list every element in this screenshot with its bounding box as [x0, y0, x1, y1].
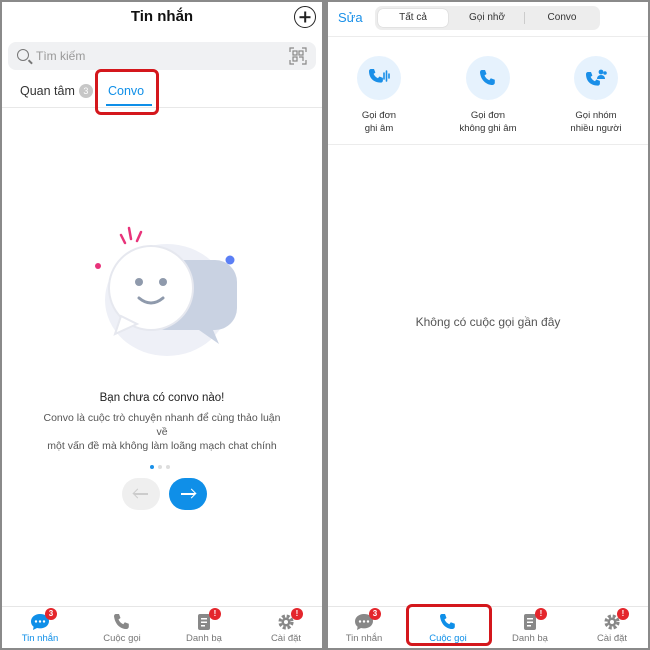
carousel-dot: [150, 465, 154, 469]
contacts-icon: !: [520, 608, 547, 631]
segmented-control: Tất cả Gọi nhỡ Convo: [375, 6, 600, 30]
nav-item-messages[interactable]: 3 Tin nhắn: [10, 608, 70, 644]
edit-button[interactable]: Sửa: [338, 10, 363, 25]
messages-screen: Tin nhắn Quan tâm3 Convo: [2, 2, 322, 648]
previous-button[interactable]: [122, 478, 160, 510]
carousel-dot: [166, 465, 170, 469]
label-line: nhiều người: [570, 123, 622, 134]
call-option-label: Gọi đơn không ghi âm: [443, 109, 533, 135]
contacts-icon: !: [194, 608, 221, 631]
chat-icon: 3: [30, 608, 57, 631]
divider: [328, 36, 648, 37]
notification-badge: 3: [45, 608, 57, 620]
call-option-group[interactable]: Gọi nhóm nhiều người: [551, 56, 641, 135]
notification-badge: !: [617, 608, 629, 620]
nav-item-contacts[interactable]: ! Danh bạ: [174, 608, 234, 644]
tab-quan-tam[interactable]: Quan tâm 3: [20, 84, 93, 98]
nav-item-messages[interactable]: 3 Tin nhắn: [334, 608, 394, 644]
label-line: Gọi nhóm: [575, 110, 617, 121]
label-line: Gọi đơn: [361, 110, 397, 121]
call-option-recorded[interactable]: Gọi đơn ghi âm: [334, 56, 424, 135]
label-line: không ghi âm: [459, 123, 517, 134]
gear-icon: !: [602, 608, 629, 631]
qr-scan-icon[interactable]: [289, 47, 307, 65]
label-line: Gọi đơn: [470, 110, 506, 121]
next-button[interactable]: [169, 478, 207, 510]
notification-badge: !: [291, 608, 303, 620]
label-line: ghi âm: [364, 123, 394, 134]
divider: [328, 144, 648, 145]
tab-count-badge: 3: [78, 84, 93, 98]
search-input[interactable]: [36, 42, 266, 70]
carousel-dots: [150, 456, 174, 474]
divider: [2, 107, 322, 108]
page-title: Tin nhắn: [130, 8, 194, 25]
nav-label: Cuộc gọi: [103, 633, 141, 644]
phone-icon: [112, 613, 132, 631]
arrow-right-icon: [181, 493, 195, 495]
arrow-left-icon: [134, 493, 148, 495]
carousel-dot: [158, 465, 162, 469]
nav-label: Danh bạ: [512, 633, 548, 644]
search-icon: [17, 49, 29, 61]
notification-badge: !: [535, 608, 547, 620]
highlight-annotation: [406, 604, 492, 646]
phone-recording-icon: [357, 56, 401, 100]
nav-item-calls[interactable]: Cuộc gọi: [92, 613, 152, 644]
notification-badge: 3: [369, 608, 381, 620]
empty-convo-illustration: [95, 226, 237, 356]
segment-separator: [524, 12, 525, 24]
nav-item-settings[interactable]: ! Cài đặt: [256, 608, 316, 644]
call-option-label: Gọi nhóm nhiều người: [551, 109, 641, 135]
nav-label: Cài đặt: [270, 633, 302, 644]
nav-label: Danh bạ: [186, 633, 222, 644]
call-option-unrecorded[interactable]: Gọi đơn không ghi âm: [443, 56, 533, 135]
notification-badge: !: [209, 608, 221, 620]
description-line: Convo là cuộc trò chuyện nhanh để cùng t…: [43, 412, 281, 438]
call-option-label: Gọi đơn ghi âm: [334, 109, 424, 135]
search-bar[interactable]: [8, 42, 316, 70]
chat-icon: 3: [354, 608, 381, 631]
segment-missed[interactable]: Gọi nhỡ: [451, 9, 523, 27]
tab-label: Quan tâm: [20, 84, 75, 98]
segment-all[interactable]: Tất cả: [378, 9, 448, 27]
empty-state-description: Convo là cuộc trò chuyện nhanh để cùng t…: [38, 411, 286, 453]
description-line: một vấn đề mà không làm loãng mạch chat …: [47, 440, 277, 452]
highlight-annotation: [95, 69, 159, 115]
nav-label: Cài đặt: [596, 633, 628, 644]
nav-item-settings[interactable]: ! Cài đặt: [582, 608, 642, 644]
nav-label: Tin nhắn: [345, 633, 383, 644]
segment-convo[interactable]: Convo: [527, 9, 597, 27]
phone-icon: [466, 56, 510, 100]
empty-state-title: Bạn chưa có convo nào!: [99, 392, 225, 404]
group-call-icon: [574, 56, 618, 100]
bottom-nav: 3 Tin nhắn Cuộc gọi ! Danh bạ ! Cài đặt: [2, 606, 322, 648]
gear-icon: !: [276, 608, 303, 631]
nav-label: Tin nhắn: [21, 633, 59, 644]
empty-calls-text: Không có cuộc gọi gần đây: [415, 315, 561, 329]
new-chat-button[interactable]: [294, 6, 316, 28]
nav-item-contacts[interactable]: ! Danh bạ: [500, 608, 560, 644]
calls-screen: Sửa Tất cả Gọi nhỡ Convo Gọi đơn ghi âm …: [328, 2, 648, 648]
